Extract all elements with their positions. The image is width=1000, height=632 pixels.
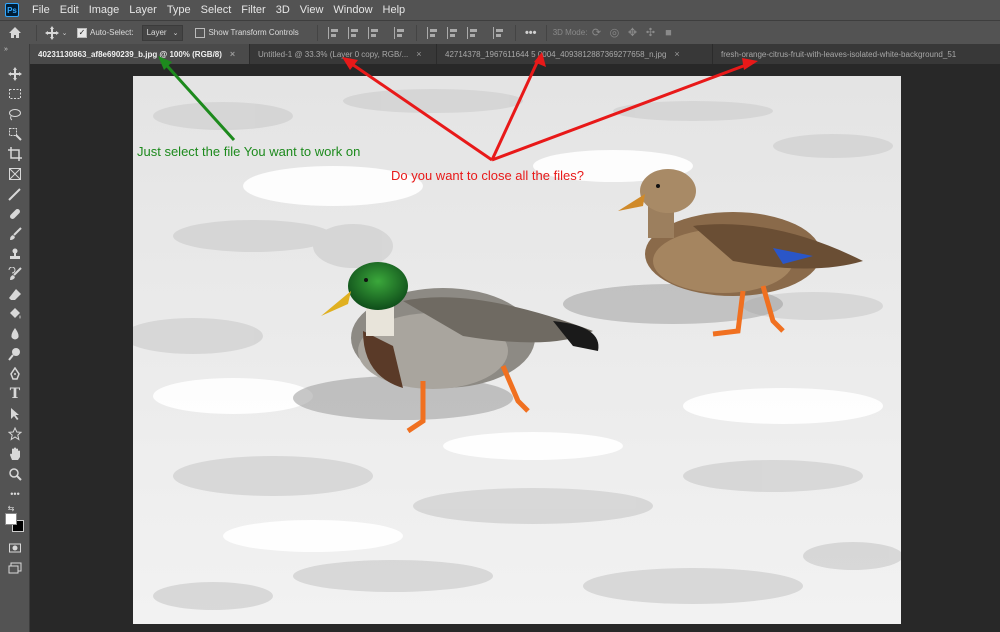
move-icon[interactable]: [7, 66, 23, 82]
separator: [316, 24, 318, 41]
snow-ducks-photo: [133, 76, 901, 624]
align-top-icon[interactable]: [426, 26, 439, 39]
menu-help[interactable]: Help: [378, 0, 411, 20]
canvas-image[interactable]: [133, 76, 901, 624]
3d-slide-icon[interactable]: ✣: [641, 24, 659, 42]
menu-select[interactable]: Select: [196, 0, 237, 20]
close-icon[interactable]: ×: [230, 49, 235, 59]
stamp-icon[interactable]: [7, 246, 23, 262]
crop-icon[interactable]: [7, 146, 23, 162]
document-workspace: [30, 64, 1000, 632]
align-middle-icon[interactable]: [446, 26, 459, 39]
move-tool-preset-icon[interactable]: ⌄: [43, 24, 69, 42]
align-left-icon[interactable]: [327, 26, 340, 39]
tab-label: fresh-orange-citrus-fruit-with-leaves-is…: [721, 49, 957, 59]
brush-icon[interactable]: [7, 226, 23, 242]
menu-edit[interactable]: Edit: [55, 0, 84, 20]
tab-label: Untitled-1 @ 33.3% (Layer 0 copy, RGB/..…: [258, 49, 409, 59]
menu-bar: Ps File Edit Image Layer Type Select Fil…: [0, 0, 1000, 20]
3d-orbit-icon[interactable]: ⟳: [587, 24, 605, 42]
paint-bucket-icon[interactable]: [7, 306, 23, 322]
tab-document-3[interactable]: 42714378_1967611644 5 0004_4093812887369…: [437, 44, 713, 64]
3d-camera-icon[interactable]: ■: [659, 24, 677, 42]
distribute-icon[interactable]: [393, 26, 406, 39]
menu-type[interactable]: Type: [162, 0, 196, 20]
menu-window[interactable]: Window: [328, 0, 377, 20]
tab-document-1[interactable]: 40231130863_af8e690239_b.jpg @ 100% (RGB…: [30, 44, 250, 64]
photoshop-window: Ps File Edit Image Layer Type Select Fil…: [0, 0, 1000, 632]
auto-select-target-value: Layer: [146, 28, 167, 37]
tab-document-4[interactable]: fresh-orange-citrus-fruit-with-leaves-is…: [713, 44, 1000, 64]
lasso-icon[interactable]: [7, 106, 23, 122]
menu-file[interactable]: File: [27, 0, 55, 20]
align-right-icon[interactable]: [367, 26, 380, 39]
close-icon[interactable]: ×: [416, 49, 421, 59]
tab-label: 40231130863_af8e690239_b.jpg @ 100% (RGB…: [38, 49, 222, 59]
foreground-color[interactable]: [5, 513, 17, 525]
eyedropper-icon[interactable]: [7, 186, 23, 202]
history-brush-icon[interactable]: [7, 266, 23, 282]
separator: [545, 24, 547, 41]
menu-layer[interactable]: Layer: [124, 0, 162, 20]
3d-mode-label: 3D Mode:: [552, 28, 588, 37]
close-icon[interactable]: ×: [674, 49, 679, 59]
collapse-panel-icon[interactable]: »: [4, 46, 8, 53]
auto-select-target-dropdown[interactable]: Layer ⌄: [141, 24, 184, 41]
align-center-icon[interactable]: [347, 26, 360, 39]
menu-3d[interactable]: 3D: [271, 0, 295, 20]
quick-select-icon[interactable]: [7, 126, 23, 142]
type-icon[interactable]: T: [7, 386, 23, 402]
blur-icon[interactable]: [7, 326, 23, 342]
tools-panel: » T ••• ⇆: [0, 44, 30, 632]
menu-image[interactable]: Image: [84, 0, 125, 20]
quick-mask-icon[interactable]: [7, 540, 23, 556]
menu-view[interactable]: View: [295, 0, 329, 20]
3d-roll-icon[interactable]: ◎: [605, 24, 623, 42]
eraser-icon[interactable]: [7, 286, 23, 302]
tab-label: 42714378_1967611644 5 0004_4093812887369…: [445, 49, 667, 59]
auto-select-label: Auto-Select:: [90, 28, 134, 37]
chevron-down-icon: ⌄: [61, 29, 68, 37]
auto-select-checkbox[interactable]: ✓: [77, 27, 87, 38]
marquee-icon[interactable]: [7, 86, 23, 102]
options-bar: ⌄ ✓ Auto-Select: Layer ⌄ Show Transform …: [0, 20, 1000, 44]
shape-icon[interactable]: [7, 426, 23, 442]
show-transform-checkbox[interactable]: [195, 27, 206, 38]
home-icon[interactable]: [0, 24, 30, 42]
menu-filter[interactable]: Filter: [236, 0, 270, 20]
document-tabs: 40231130863_af8e690239_b.jpg @ 100% (RGB…: [30, 44, 1000, 64]
show-transform-label: Show Transform Controls: [208, 28, 299, 37]
align-bottom-icon[interactable]: [466, 26, 479, 39]
screen-mode-icon[interactable]: [7, 560, 23, 576]
3d-pan-icon[interactable]: ✥: [623, 24, 641, 42]
chevron-down-icon: ⌄: [172, 29, 179, 37]
more-options-icon[interactable]: •••: [522, 24, 540, 42]
path-select-icon[interactable]: [7, 406, 23, 422]
distribute-vertical-icon[interactable]: [492, 26, 505, 39]
separator: [415, 24, 417, 41]
dodge-icon[interactable]: [7, 346, 23, 362]
healing-icon[interactable]: [7, 206, 23, 222]
separator: [514, 24, 516, 41]
hand-icon[interactable]: [7, 446, 23, 462]
separator: [36, 24, 37, 41]
tab-document-2[interactable]: Untitled-1 @ 33.3% (Layer 0 copy, RGB/..…: [250, 44, 437, 64]
photoshop-logo-icon: Ps: [5, 3, 19, 17]
frame-icon[interactable]: [7, 166, 23, 182]
pen-icon[interactable]: [7, 366, 23, 382]
zoom-icon[interactable]: [7, 466, 23, 482]
